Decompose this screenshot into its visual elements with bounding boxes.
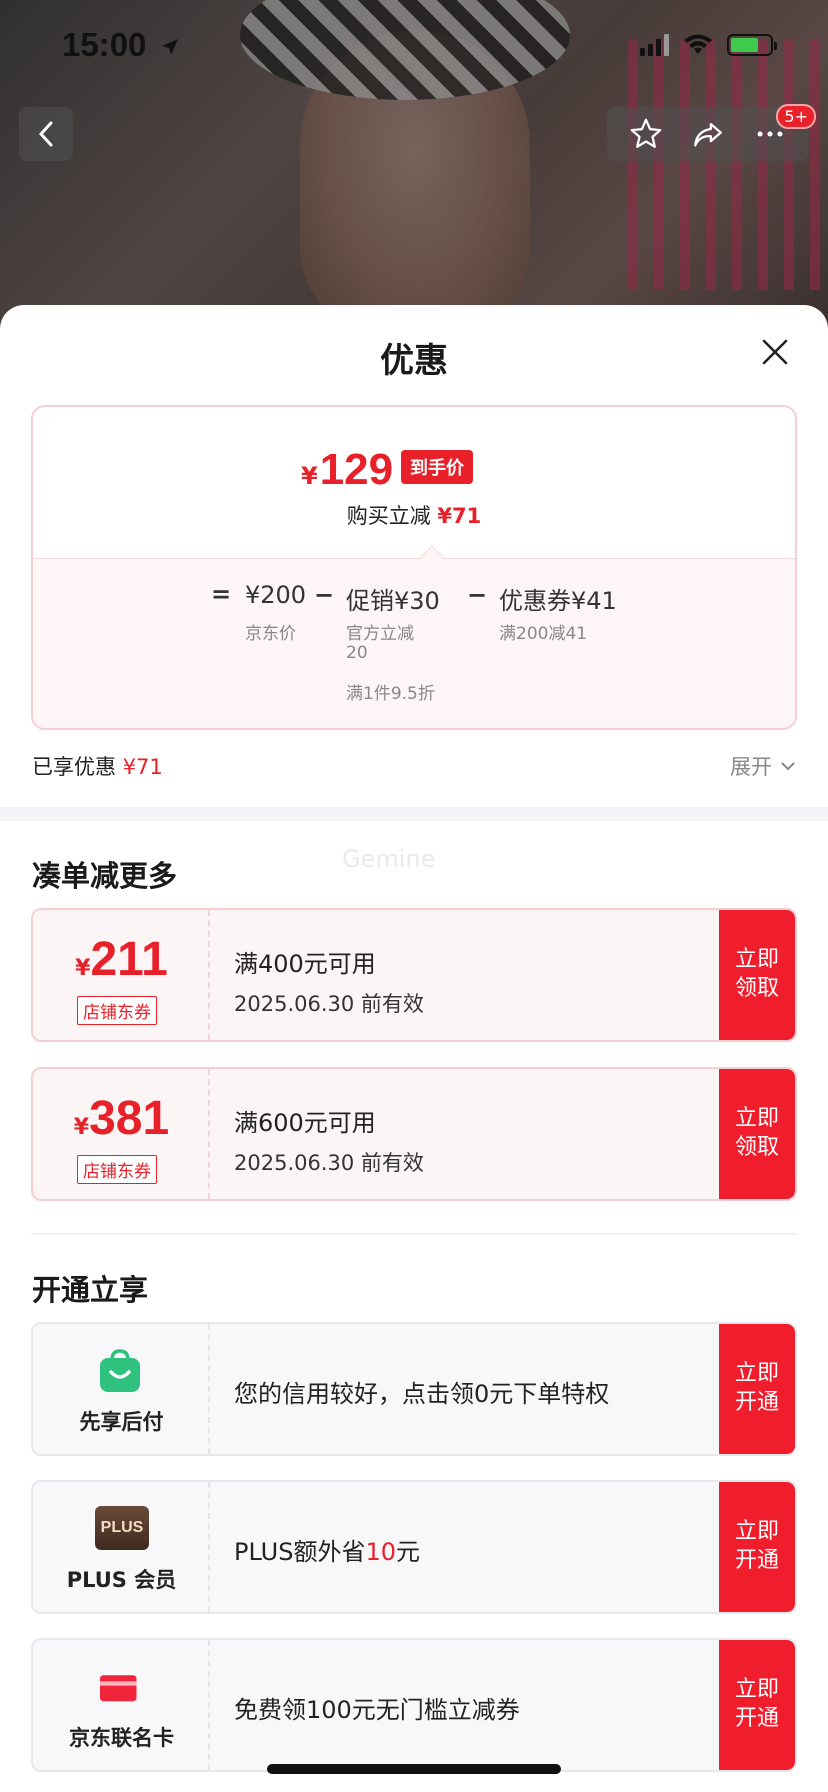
open-section-title: 开通立享 bbox=[32, 1273, 149, 1307]
section-divider bbox=[0, 807, 828, 821]
formula-minus-1: − bbox=[314, 581, 335, 609]
coupon-amount: ¥381 bbox=[73, 1092, 170, 1145]
formula-equals: = bbox=[211, 580, 232, 608]
chevron-left-icon bbox=[38, 121, 53, 147]
sheet-title: 优惠 bbox=[380, 341, 448, 381]
coupon-type: 店铺东券 bbox=[77, 996, 157, 1025]
status-time: 15:00 bbox=[62, 26, 180, 64]
credit-card-icon bbox=[100, 1675, 137, 1702]
more-section-title: 凑单减更多 bbox=[32, 859, 178, 893]
buy-reduce-text: 购买立减 ¥71 bbox=[346, 504, 482, 528]
close-icon[interactable] bbox=[760, 337, 790, 367]
wifi-icon bbox=[684, 34, 712, 54]
promo-sub-2: 20 bbox=[346, 643, 368, 663]
discount-sheet: 优惠 ¥ 129 到手价 购买立减 ¥71 = ¥200 京东价 − 促销¥30… bbox=[0, 305, 828, 1792]
back-button[interactable] bbox=[19, 107, 73, 161]
coupon-validity: 2025.06.30 前有效 bbox=[234, 1151, 424, 1175]
service-item-pay-later: 先享后付 您的信用较好，点击领0元下单特权 立即 开通 bbox=[31, 1322, 797, 1456]
service-desc: 您的信用较好，点击领0元下单特权 bbox=[234, 1380, 610, 1408]
service-item-plus: PLUS PLUS 会员 PLUS额外省10元 立即 开通 bbox=[31, 1480, 797, 1614]
open-button[interactable]: 立即 开通 bbox=[719, 1640, 795, 1770]
final-price-tag: 到手价 bbox=[401, 450, 473, 484]
price-breakdown-card: ¥ 129 到手价 购买立减 ¥71 = ¥200 京东价 − 促销¥30 官方… bbox=[31, 405, 797, 730]
coupon-amount: ¥211 bbox=[75, 933, 168, 986]
signal-icon bbox=[640, 34, 669, 56]
home-indicator bbox=[267, 1764, 561, 1774]
coupon-condition: 满400元可用 bbox=[234, 950, 376, 978]
formula-minus-2: − bbox=[467, 581, 488, 609]
service-item-jd-card: 京东联名卡 免费领100元无门槛立减券 立即 开通 bbox=[31, 1638, 797, 1772]
watermark: Gemine bbox=[342, 845, 436, 873]
price-summary: ¥ 129 到手价 购买立减 ¥71 bbox=[33, 407, 795, 558]
claim-button[interactable]: 立即 领取 bbox=[719, 1069, 795, 1199]
jd-price-label: 京东价 bbox=[245, 624, 296, 644]
expand-button[interactable]: 展开 bbox=[730, 751, 796, 781]
plus-icon: PLUS bbox=[95, 1506, 149, 1550]
thin-divider bbox=[31, 1233, 797, 1235]
share-icon[interactable] bbox=[691, 117, 725, 151]
coupon-validity: 2025.06.30 前有效 bbox=[234, 992, 424, 1016]
promo-value: 促销¥30 bbox=[346, 587, 440, 615]
coupon-type: 店铺东券 bbox=[77, 1155, 157, 1184]
location-arrow-icon bbox=[161, 39, 178, 56]
service-name: 先享后付 bbox=[79, 1410, 164, 1434]
battery-icon bbox=[727, 34, 777, 56]
claim-button[interactable]: 立即 领取 bbox=[719, 910, 795, 1040]
promo-sub-1: 官方立减 bbox=[346, 624, 414, 644]
star-icon[interactable] bbox=[629, 117, 663, 151]
service-name: 京东联名卡 bbox=[69, 1726, 174, 1750]
status-icons bbox=[640, 34, 777, 56]
service-desc: 免费领100元无门槛立减券 bbox=[234, 1696, 520, 1724]
chevron-down-icon bbox=[781, 762, 795, 771]
shopping-bag-icon bbox=[100, 1349, 140, 1392]
open-button[interactable]: 立即 开通 bbox=[719, 1482, 795, 1612]
enjoyed-discount: 已享优惠 ¥71 bbox=[32, 755, 163, 779]
service-name: PLUS 会员 bbox=[66, 1568, 177, 1592]
service-desc: PLUS额外省10元 bbox=[234, 1538, 420, 1566]
final-price: ¥ 129 bbox=[301, 445, 394, 494]
status-bar: 15:00 bbox=[0, 0, 828, 94]
promo-sub-3: 满1件9.5折 bbox=[346, 684, 435, 704]
coupon-item: ¥381 店铺东券 满600元可用 2025.06.30 前有效 立即 领取 bbox=[31, 1067, 797, 1201]
coupon-sub: 满200减41 bbox=[499, 624, 588, 644]
coupon-value: 优惠券¥41 bbox=[499, 587, 617, 615]
jd-price: ¥200 bbox=[245, 581, 307, 609]
coupon-condition: 满600元可用 bbox=[234, 1109, 376, 1137]
open-button[interactable]: 立即 开通 bbox=[719, 1324, 795, 1454]
coupon-item: ¥211 店铺东券 满400元可用 2025.06.30 前有效 立即 领取 bbox=[31, 908, 797, 1042]
notification-badge: 5+ bbox=[776, 104, 816, 129]
